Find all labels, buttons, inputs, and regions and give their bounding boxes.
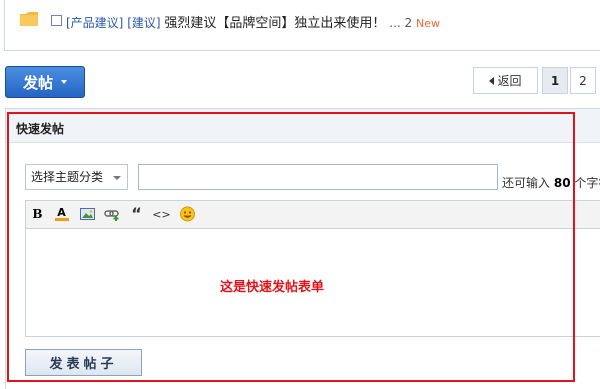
smiley-icon[interactable] [179,206,196,222]
pager-page-2[interactable]: 2 [570,67,596,94]
thread-category-link[interactable]: [产品建议] [66,16,123,30]
quick-post-title: 快速发帖 [16,122,65,136]
thread-row: [产品建议] [建议] 强烈建议【品牌空间】独立出来使用！ ... 2 New [66,12,440,31]
remaining-chars-text: 还可输入 80 个字符 [502,174,600,191]
image-icon[interactable] [79,206,96,222]
folder-icon [20,12,38,26]
bold-icon[interactable]: B [29,206,46,222]
dropdown-caret-icon [61,80,67,84]
thread-pages[interactable]: ... 2 [389,16,412,30]
quote-icon[interactable]: “ [128,206,145,222]
remain-prefix: 还可输入 [502,176,551,190]
pager-page-1[interactable]: 1 [542,67,568,94]
code-icon[interactable]: <> [152,206,170,222]
link-icon[interactable] [104,206,121,222]
subject-input[interactable] [138,164,498,190]
back-arrow-icon [489,76,495,85]
remain-suffix: 个字符 [574,176,600,190]
pager-back-label: 返回 [497,74,522,88]
thread-checkbox[interactable] [51,15,62,26]
font-color-icon[interactable]: A [53,206,70,222]
chevron-down-icon [113,176,121,180]
submit-post-button[interactable]: 发表帖子 [25,349,142,376]
thread-tag-link[interactable]: [建议] [127,16,160,30]
pager-back-button[interactable]: 返回 [473,67,538,94]
editor-hint-text: 这是快速发帖表单 [220,280,325,295]
thread-title-link[interactable]: 强烈建议【品牌空间】独立出来使用！ [164,16,385,31]
quick-post-header [6,109,600,143]
new-post-label: 发帖 [22,73,53,92]
new-post-button[interactable]: 发帖 [5,66,85,98]
remain-count: 80 [553,176,571,190]
topic-type-value: 选择主题分类 [31,170,104,184]
new-badge: New [415,17,440,30]
topic-type-select[interactable]: 选择主题分类 [25,164,128,190]
